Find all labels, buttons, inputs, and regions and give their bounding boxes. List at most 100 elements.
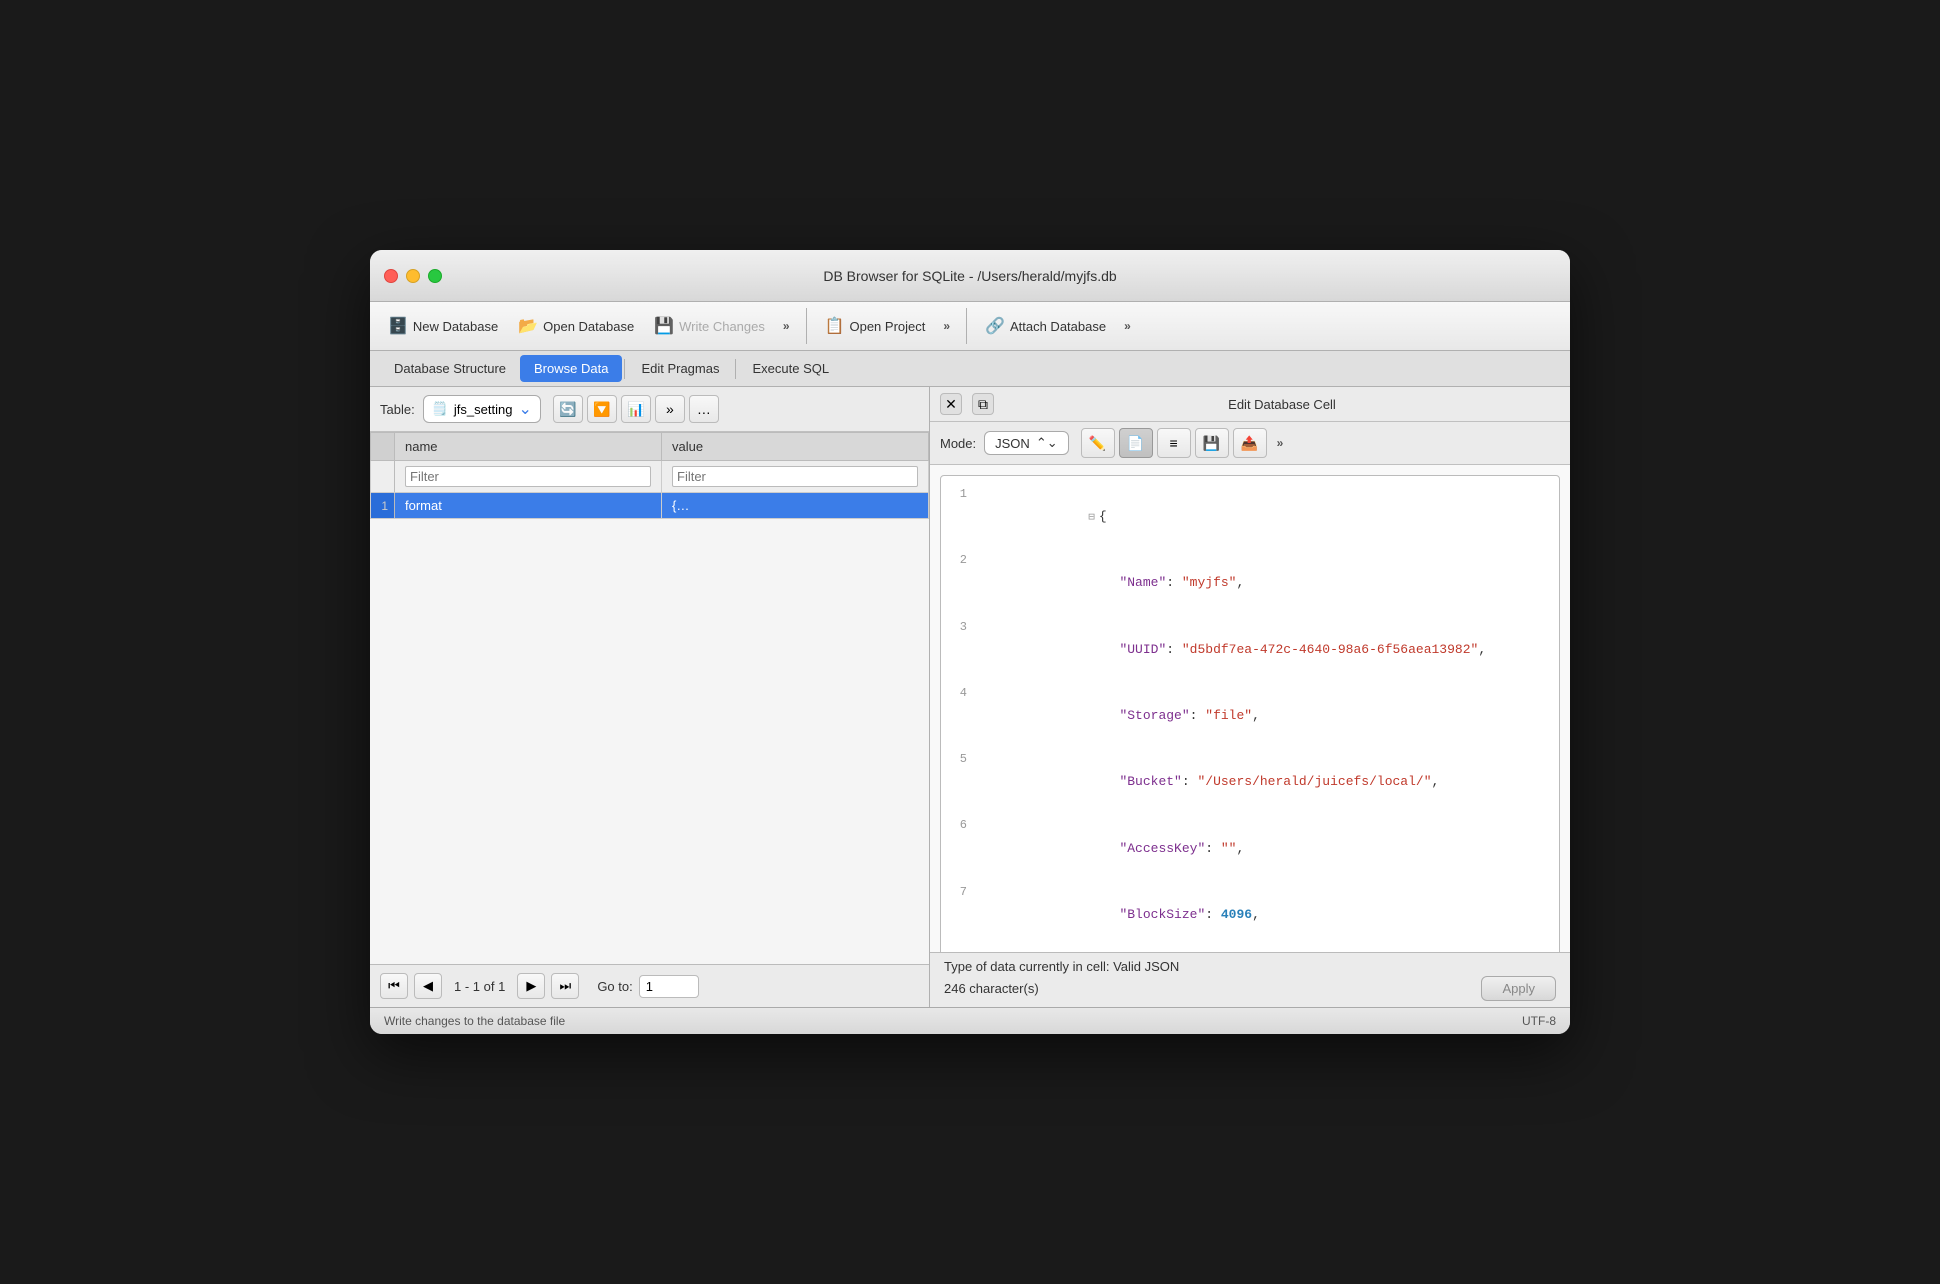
tab-browse-data-label: Browse Data <box>534 361 608 376</box>
conditional-format-button[interactable]: 📊 <box>621 395 651 423</box>
detach-editor-button[interactable]: ⧉ <box>972 393 994 415</box>
json-line-5: 5 "Bucket": "/Users/herald/juicefs/local… <box>949 749 1551 815</box>
toolbar-divider-1 <box>806 308 807 344</box>
cell-status-bar: Type of data currently in cell: Valid JS… <box>930 952 1570 1007</box>
open-database-button[interactable]: 📂 Open Database <box>510 312 642 340</box>
toolbar: 🗄️ New Database 📂 Open Database 💾 Write … <box>370 302 1570 351</box>
filter-value-input[interactable] <box>672 466 918 487</box>
attach-database-button[interactable]: 🔗 Attach Database <box>977 312 1114 340</box>
tab-separator-1 <box>624 359 625 379</box>
attach-database-label: Attach Database <box>1010 319 1106 334</box>
json-editor[interactable]: 1 ⊟{ 2 "Name": "myjfs", <box>930 465 1570 952</box>
toolbar-overflow-3[interactable]: » <box>1118 315 1137 337</box>
goto-input[interactable] <box>639 975 699 998</box>
cell-value-1[interactable]: {… <box>662 493 929 519</box>
cell-type-label: Type of data currently in cell: Valid JS… <box>944 959 1556 974</box>
new-database-icon: 🗄️ <box>388 316 408 336</box>
bottom-status-bar: Write changes to the database file UTF-8 <box>370 1007 1570 1034</box>
next-page-button[interactable]: ▶ <box>517 973 545 999</box>
tab-edit-pragmas-label: Edit Pragmas <box>641 361 719 376</box>
json-line-7: 7 "BlockSize": 4096, <box>949 882 1551 948</box>
tab-bar: Database Structure Browse Data Edit Prag… <box>370 351 1570 387</box>
main-content: Table: 🗒️ jfs_setting ⌄ 🔄 🔽 📊 » … <box>370 387 1570 1007</box>
toolbar-overflow-2[interactable]: » <box>937 315 956 337</box>
tab-edit-pragmas[interactable]: Edit Pragmas <box>627 355 733 382</box>
open-project-button[interactable]: 📋 Open Project <box>817 312 934 340</box>
tab-browse-data[interactable]: Browse Data <box>520 355 622 382</box>
left-panel: Table: 🗒️ jfs_setting ⌄ 🔄 🔽 📊 » … <box>370 387 930 1007</box>
right-panel: ✕ ⧉ Edit Database Cell Mode: JSON ⌃⌄ ✏️ … <box>930 387 1570 1007</box>
tab-database-structure[interactable]: Database Structure <box>380 355 520 382</box>
table-label: Table: <box>380 402 415 417</box>
json-editor-inner: 1 ⊟{ 2 "Name": "myjfs", <box>940 475 1560 952</box>
table-selector: Table: 🗒️ jfs_setting ⌄ 🔄 🔽 📊 » … <box>370 387 929 432</box>
open-database-icon: 📂 <box>518 316 538 336</box>
collapse-icon-1[interactable]: ⊟ <box>1088 512 1095 524</box>
last-page-button[interactable]: ⏭ <box>551 973 579 999</box>
window-controls <box>384 269 442 283</box>
toolbar-overflow-1[interactable]: » <box>777 315 796 337</box>
col-name[interactable]: name <box>395 433 662 461</box>
open-database-label: Open Database <box>543 319 634 334</box>
table-icon: 🗒️ <box>432 401 448 417</box>
maximize-button[interactable] <box>428 269 442 283</box>
data-table: name value <box>370 432 929 964</box>
json-line-6: 6 "AccessKey": "", <box>949 815 1551 881</box>
table-toolbar-icons: 🔄 🔽 📊 » … <box>553 395 719 423</box>
write-changes-button[interactable]: 💾 Write Changes <box>646 312 773 340</box>
refresh-button[interactable]: 🔄 <box>553 395 583 423</box>
chevron-down-icon: ⌄ <box>518 399 531 419</box>
new-database-label: New Database <box>413 319 498 334</box>
tab-execute-sql-label: Execute SQL <box>752 361 829 376</box>
row-num-1: 1 <box>371 493 395 519</box>
mode-edit-icon-button[interactable]: ✏️ <box>1081 428 1115 458</box>
cell-name-1[interactable]: format <box>395 493 662 519</box>
mode-container: Mode: JSON ⌃⌄ ✏️ 📄 ≡ 💾 📤 » <box>930 422 1570 465</box>
mode-save-icon-button[interactable]: 💾 <box>1195 428 1229 458</box>
mode-select-dropdown[interactable]: JSON ⌃⌄ <box>984 431 1068 455</box>
pagination: ⏮ ◀ 1 - 1 of 1 ▶ ⏭ Go to: <box>370 964 929 1007</box>
open-project-icon: 📋 <box>825 316 845 336</box>
table-select-dropdown[interactable]: 🗒️ jfs_setting ⌄ <box>423 395 541 423</box>
table-overflow-button[interactable]: » <box>655 395 685 423</box>
page-info: 1 - 1 of 1 <box>448 979 511 994</box>
window-title: DB Browser for SQLite - /Users/herald/my… <box>823 268 1116 284</box>
first-page-button[interactable]: ⏮ <box>380 973 408 999</box>
more-button[interactable]: … <box>689 395 719 423</box>
filter-value-cell <box>662 461 929 493</box>
mode-buttons: ✏️ 📄 ≡ 💾 📤 » <box>1081 428 1290 458</box>
mode-overflow[interactable]: » <box>1271 428 1290 458</box>
filter-name-input[interactable] <box>405 466 651 487</box>
mode-label: Mode: <box>940 436 976 451</box>
write-changes-icon: 💾 <box>654 316 674 336</box>
apply-button[interactable]: Apply <box>1481 976 1556 1001</box>
new-database-button[interactable]: 🗄️ New Database <box>380 312 506 340</box>
json-line-2: 2 "Name": "myjfs", <box>949 550 1551 616</box>
main-window: DB Browser for SQLite - /Users/herald/my… <box>370 250 1570 1034</box>
title-bar: DB Browser for SQLite - /Users/herald/my… <box>370 250 1570 302</box>
mode-export-icon-button[interactable]: 📤 <box>1233 428 1267 458</box>
goto-label: Go to: <box>597 979 632 994</box>
encoding-label: UTF-8 <box>1522 1014 1556 1028</box>
toolbar-divider-2 <box>966 308 967 344</box>
open-project-label: Open Project <box>849 319 925 334</box>
table-name: jfs_setting <box>454 402 513 417</box>
json-line-4: 4 "Storage": "file", <box>949 683 1551 749</box>
close-editor-button[interactable]: ✕ <box>940 393 962 415</box>
status-message: Write changes to the database file <box>384 1014 565 1028</box>
col-value[interactable]: value <box>662 433 929 461</box>
filter-row <box>371 461 929 493</box>
mode-format-icon-button[interactable]: ≡ <box>1157 428 1191 458</box>
prev-page-button[interactable]: ◀ <box>414 973 442 999</box>
filter-name-cell <box>395 461 662 493</box>
filter-button[interactable]: 🔽 <box>587 395 617 423</box>
mode-chevron-icon: ⌃⌄ <box>1036 435 1058 451</box>
cell-editor-title: Edit Database Cell <box>1004 397 1560 412</box>
tab-database-structure-label: Database Structure <box>394 361 506 376</box>
col-rownum <box>371 433 395 461</box>
mode-text-icon-button[interactable]: 📄 <box>1119 428 1153 458</box>
tab-execute-sql[interactable]: Execute SQL <box>738 355 843 382</box>
close-button[interactable] <box>384 269 398 283</box>
table-row[interactable]: 1 format {… <box>371 493 929 519</box>
minimize-button[interactable] <box>406 269 420 283</box>
